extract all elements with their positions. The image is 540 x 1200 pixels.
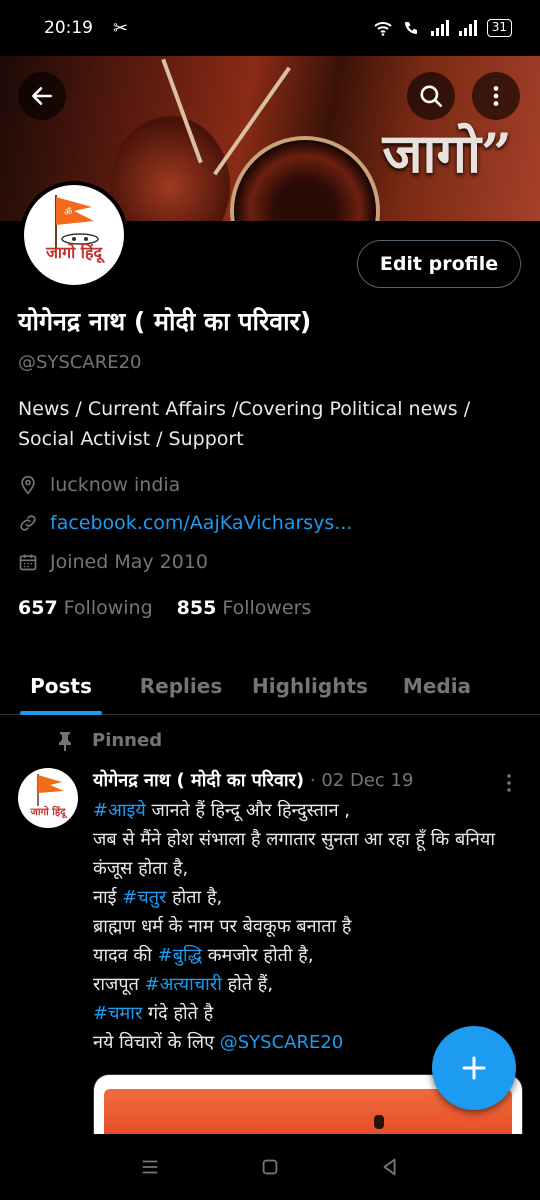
post-line: #आइये जानते हैं हिन्दू और हिन्दुस्तान , [93, 796, 525, 825]
post-avatar[interactable]: जागो हिंदू [18, 768, 78, 828]
post-text: नाई [93, 887, 123, 908]
tab-posts[interactable]: Posts [20, 657, 102, 715]
post-line: नाई #चतुर होता है, [93, 883, 525, 912]
hashtag-link[interactable]: #अत्याचारी [145, 974, 222, 995]
calendar-icon [19, 554, 37, 571]
profile-tabs: Posts Replies Highlights Media [0, 657, 540, 715]
post-text: जानते हैं हिन्दू और हिन्दुस्तान , [145, 800, 351, 821]
profile-location: lucknow india [18, 474, 180, 496]
post-media-detail [374, 1115, 384, 1129]
search-icon [420, 85, 443, 108]
post-date[interactable]: · 02 Dec 19 [310, 770, 414, 791]
tab-highlights[interactable]: Highlights [250, 657, 370, 714]
hashtag-link[interactable]: #आइये [93, 800, 146, 821]
following-count: 657 [18, 597, 58, 619]
scissor-icon: ✂ [113, 17, 129, 39]
post-text: ब्राह्मण धर्म के नाम पर बेवकूफ बनाता है [93, 916, 352, 937]
post-line: #चमार गंदे होते है [93, 999, 525, 1028]
plus-icon [462, 1056, 486, 1080]
following-label: Following [63, 597, 153, 619]
profile-bio: News / Current Affairs /Covering Politic… [18, 398, 471, 450]
status-icons: 31 [373, 19, 512, 37]
location-icon [21, 475, 35, 495]
status-bar: 20:19 ✂ 31 [0, 0, 540, 56]
signal-icon-2 [458, 20, 477, 36]
profile-avatar[interactable]: ॐ जागो हिंदू [20, 181, 128, 289]
joined-text: Joined May 2010 [50, 551, 209, 573]
system-nav-bar [0, 1134, 540, 1200]
post-text: जब से मैंने होश संभाला है लगातार सुनता आ… [93, 829, 496, 879]
post-text: कमजोर होती है, [202, 945, 314, 966]
link-text[interactable]: facebook.com/AajKaVicharsys... [50, 512, 352, 534]
more-options-button[interactable] [472, 72, 520, 120]
post-text: होता है, [166, 887, 223, 908]
menu-icon[interactable] [139, 1156, 161, 1178]
post-author[interactable]: योगेनद्र नाथ ( मोदी का परिवार) [93, 770, 304, 791]
banner-text: जागो” [382, 121, 512, 185]
post-line: राजपूत #अत्याचारी होते हैं, [93, 970, 525, 999]
display-name: योगेनद्र नाथ ( मोदी का परिवार) [18, 307, 312, 336]
call-icon [404, 22, 417, 34]
pinned-indicator: Pinned [56, 730, 162, 751]
profile-joined: Joined May 2010 [18, 551, 208, 573]
pin-icon [59, 731, 71, 751]
post-text: नये विचारों के लिए [93, 1032, 220, 1053]
post-body: #आइये जानते हैं हिन्दू और हिन्दुस्तान , … [93, 796, 525, 1057]
followers-count: 855 [176, 597, 217, 619]
post-line: जब से मैंने होश संभाला है लगातार सुनता आ… [93, 825, 525, 883]
post-text: गंदे होते है [142, 1003, 214, 1024]
following-link[interactable]: 657 Following [18, 597, 153, 619]
back-triangle-icon[interactable] [379, 1156, 401, 1178]
wifi-icon [374, 22, 392, 36]
tab-media[interactable]: Media [402, 657, 472, 714]
link-icon [20, 515, 36, 531]
post-more-button[interactable] [502, 772, 516, 798]
hashtag-link[interactable]: #बुद्धि [158, 945, 202, 966]
avatar-logo-text: जागो हिंदू [46, 243, 102, 262]
post-text: होते हैं, [221, 974, 274, 995]
tab-replies[interactable]: Replies [136, 657, 226, 714]
compose-post-button[interactable] [432, 1026, 516, 1110]
svg-text:ॐ: ॐ [64, 207, 72, 218]
hashtag-link[interactable]: #चमार [93, 1003, 142, 1024]
location-text: lucknow india [50, 474, 181, 496]
home-square-icon[interactable] [259, 1156, 281, 1178]
more-vertical-icon [507, 774, 511, 792]
banner-figure [110, 116, 230, 221]
post-text: राजपूत [93, 974, 145, 995]
post-header: योगेनद्र नाथ ( मोदी का परिवार) · 02 Dec … [93, 768, 413, 792]
battery-indicator: 31 [486, 19, 512, 37]
banner-drum [230, 136, 380, 221]
signal-icon [430, 20, 449, 36]
user-handle: @SYSCARE20 [18, 352, 142, 373]
edit-profile-button[interactable]: Edit profile [357, 240, 521, 288]
hashtag-link[interactable]: #चतुर [122, 887, 166, 908]
followers-label: Followers [222, 597, 312, 619]
status-time: 20:19 [44, 18, 93, 38]
more-vertical-icon [493, 86, 499, 106]
post-text: यादव की [93, 945, 158, 966]
mention-link[interactable]: @SYSCARE20 [220, 1032, 344, 1053]
profile-link[interactable]: facebook.com/AajKaVicharsys... [18, 512, 352, 534]
post-line: ब्राह्मण धर्म के नाम पर बेवकूफ बनाता है [93, 912, 525, 941]
back-arrow-icon [32, 87, 52, 105]
post-line: यादव की #बुद्धि कमजोर होती है, [93, 941, 525, 970]
back-button[interactable] [18, 72, 66, 120]
pinned-label: Pinned [92, 730, 163, 751]
post-avatar-text: जागो हिंदू [30, 807, 66, 818]
search-button[interactable] [407, 72, 455, 120]
flag-om-icon-small [37, 774, 64, 806]
follow-stats: 657 Following 855 Followers [18, 597, 311, 619]
followers-link[interactable]: 855 Followers [177, 597, 312, 619]
